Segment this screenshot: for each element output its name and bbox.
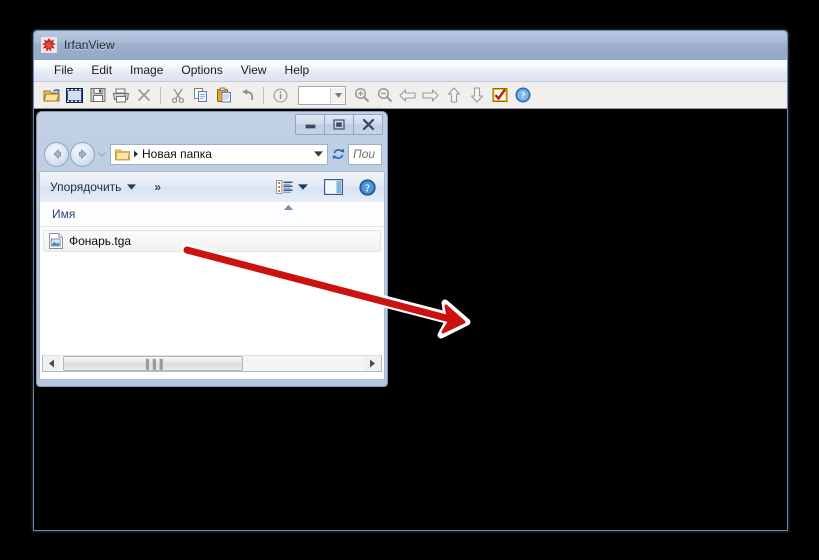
organize-button[interactable]: Упорядочить xyxy=(50,180,137,194)
menu-options[interactable]: Options xyxy=(172,61,231,80)
menu-image[interactable]: Image xyxy=(121,61,172,80)
next-icon[interactable] xyxy=(419,84,442,106)
preview-pane-icon[interactable] xyxy=(324,176,343,198)
scroll-left-arrow-icon[interactable] xyxy=(43,356,60,371)
forward-button[interactable] xyxy=(70,141,95,167)
scrollbar-track[interactable]: ▐▐▐ xyxy=(60,356,364,371)
explorer-file-list-region: Имя Фонарь.tga ▐▐▐ xyxy=(39,202,385,380)
back-button[interactable] xyxy=(44,141,69,167)
slideshow-icon[interactable] xyxy=(488,84,511,106)
menu-edit[interactable]: Edit xyxy=(82,61,121,80)
file-list: Фонарь.tga xyxy=(40,227,384,252)
open-icon[interactable] xyxy=(40,84,63,106)
explorer-titlebar xyxy=(37,112,387,137)
menu-help[interactable]: Help xyxy=(276,61,319,80)
overflow-button[interactable]: » xyxy=(154,180,161,194)
help-icon[interactable]: ? xyxy=(511,84,534,106)
zoom-combobox[interactable] xyxy=(298,85,346,105)
organize-chevron-down-icon xyxy=(127,184,137,190)
irfanview-titlebar: IrfanView xyxy=(34,31,787,60)
close-button[interactable] xyxy=(353,114,383,135)
previous-icon[interactable] xyxy=(396,84,419,106)
first-icon[interactable] xyxy=(442,84,465,106)
folder-icon xyxy=(115,148,130,161)
refresh-icon[interactable] xyxy=(328,144,348,165)
explorer-address-row: Новая папка Пои xyxy=(37,137,387,171)
save-icon[interactable] xyxy=(86,84,109,106)
menu-file[interactable]: File xyxy=(45,61,82,80)
horizontal-scrollbar[interactable]: ▐▐▐ xyxy=(42,355,382,372)
chevron-down-icon[interactable] xyxy=(330,87,345,103)
explorer-command-bar: Упорядочить » ? xyxy=(39,171,385,202)
last-icon[interactable] xyxy=(465,84,488,106)
image-file-icon xyxy=(49,233,63,249)
irfanview-icon xyxy=(41,37,57,53)
irfanview-title-text: IrfanView xyxy=(64,38,115,52)
maximize-button[interactable] xyxy=(324,114,354,135)
column-header-name[interactable]: Имя xyxy=(40,207,75,221)
scrollbar-thumb[interactable]: ▐▐▐ xyxy=(63,356,243,371)
help-icon[interactable]: ? xyxy=(359,176,376,198)
search-input[interactable]: Пои xyxy=(348,143,382,165)
column-header-row: Имя xyxy=(40,202,384,227)
list-item[interactable]: Фонарь.tga xyxy=(43,230,381,252)
irfanview-toolbar: ? xyxy=(34,82,787,109)
irfanview-menubar: File Edit Image Options View Help xyxy=(34,60,787,82)
svg-text:?: ? xyxy=(365,183,370,194)
zoom-out-icon[interactable] xyxy=(373,84,396,106)
cut-icon[interactable] xyxy=(166,84,189,106)
explorer-window: Новая папка Пои Упорядочить » ? Имя Фона… xyxy=(36,111,388,387)
scroll-right-arrow-icon[interactable] xyxy=(364,356,381,371)
print-icon[interactable] xyxy=(109,84,132,106)
menu-view[interactable]: View xyxy=(232,61,276,80)
delete-icon[interactable] xyxy=(132,84,155,106)
sort-indicator-icon xyxy=(283,203,294,213)
zoom-in-icon[interactable] xyxy=(350,84,373,106)
explorer-window-controls xyxy=(295,114,383,135)
address-chevron-down-icon[interactable] xyxy=(310,151,327,157)
paste-icon[interactable] xyxy=(212,84,235,106)
address-bar[interactable]: Новая папка xyxy=(110,143,328,165)
scrollbar-grip: ▐▐▐ xyxy=(142,358,164,369)
copy-icon[interactable] xyxy=(189,84,212,106)
toolbar-separator xyxy=(263,86,264,104)
breadcrumb-separator-icon xyxy=(133,150,139,158)
thumbnails-icon[interactable] xyxy=(63,84,86,106)
recent-pages-chevron-down-icon[interactable] xyxy=(95,151,108,157)
svg-text:?: ? xyxy=(520,91,525,101)
organize-label: Упорядочить xyxy=(50,180,122,194)
minimize-button[interactable] xyxy=(295,114,325,135)
search-placeholder-text: Пои xyxy=(353,147,376,161)
toolbar-separator xyxy=(160,86,161,104)
address-path-text: Новая папка xyxy=(142,147,212,161)
file-name-label: Фонарь.tga xyxy=(69,234,132,248)
undo-icon[interactable] xyxy=(235,84,258,106)
view-mode-chevron-down-icon[interactable] xyxy=(298,176,308,198)
view-mode-icon[interactable] xyxy=(276,176,293,198)
command-bar-right-group: ? xyxy=(276,176,378,198)
info-icon[interactable] xyxy=(269,84,292,106)
